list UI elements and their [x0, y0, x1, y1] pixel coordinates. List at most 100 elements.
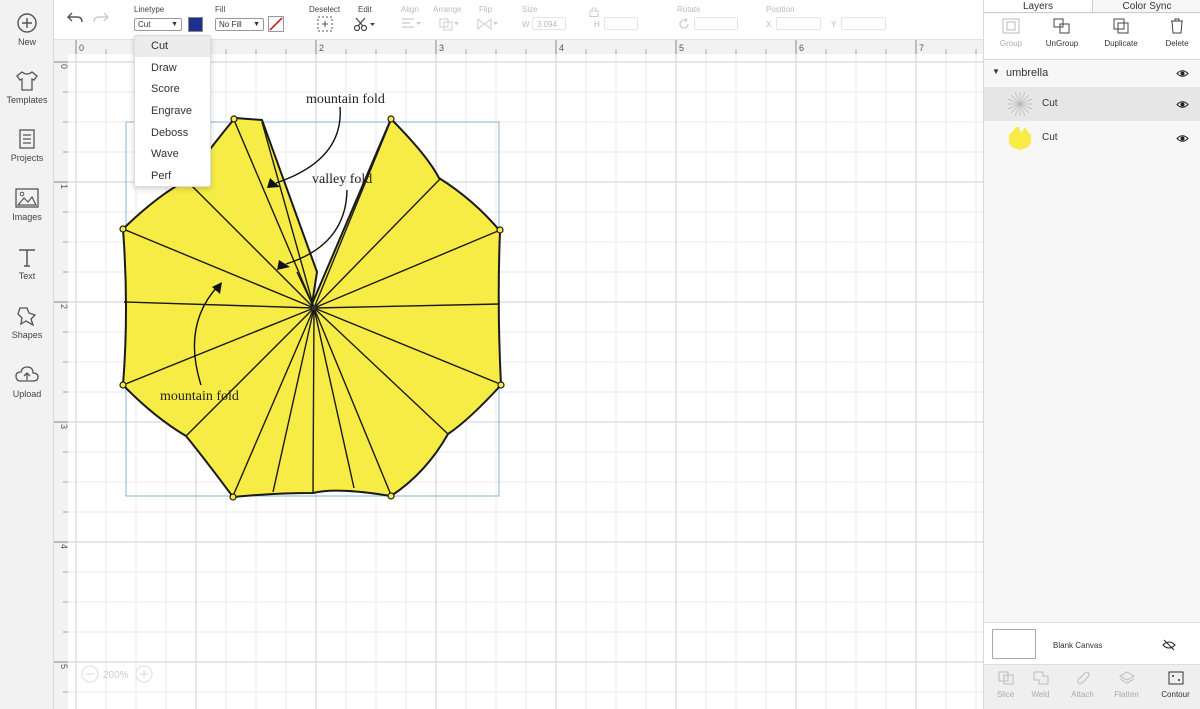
eye-icon[interactable] [1176, 100, 1189, 109]
sidebar-item-projects[interactable]: Projects [0, 128, 54, 178]
group-button[interactable]: Group [984, 18, 1038, 48]
flatten-label: Flatten [1114, 690, 1139, 699]
vertex-point [230, 115, 238, 123]
vertex-point [497, 381, 505, 389]
flatten-icon [1118, 671, 1135, 684]
ruler-y-label: 5 [59, 664, 69, 669]
fill-value: No Fill [219, 20, 242, 29]
ruler-x-label: 7 [919, 43, 924, 53]
position-label: Position [766, 5, 795, 14]
zoom-control: 200% [81, 665, 153, 683]
menu-item-deboss[interactable]: Deboss [135, 123, 210, 144]
vertex-point [387, 492, 395, 500]
upload-cloud-icon [15, 366, 39, 382]
layer-row[interactable]: Cut [984, 121, 1200, 155]
sidebar-item-label: New [17, 37, 36, 47]
group-label: Group [999, 39, 1023, 48]
blank-canvas-swatch[interactable] [992, 629, 1036, 659]
blank-canvas-row[interactable]: Blank Canvas [984, 622, 1200, 664]
caret-down-icon: ▼ [253, 21, 260, 28]
lock-icon[interactable] [589, 6, 599, 17]
tshirt-icon [16, 71, 38, 91]
size-w-input[interactable]: 3.094 [532, 17, 566, 30]
plus-icon [140, 670, 148, 678]
position-x-input[interactable] [776, 17, 821, 30]
panel-tabs: Layers Color Sync [984, 0, 1200, 13]
contour-button[interactable]: Contour [1154, 671, 1197, 699]
layer-group-umbrella[interactable]: ▼ umbrella [984, 62, 1200, 86]
eye-icon[interactable] [1176, 134, 1189, 143]
ungroup-label: UnGroup [1045, 39, 1079, 48]
linetype-color-swatch[interactable] [188, 17, 203, 32]
align-label: Align [401, 5, 419, 14]
position-x-label: X [766, 20, 772, 29]
position-y-label: Y [831, 20, 837, 29]
sidebar-item-text[interactable]: Text [0, 246, 54, 296]
weld-button[interactable]: Weld [1019, 671, 1062, 699]
collapse-arrow-icon[interactable]: ▼ [992, 67, 1000, 76]
ungroup-button[interactable]: UnGroup [1035, 18, 1089, 48]
sidebar-item-label: Projects [10, 153, 44, 163]
duplicate-label: Duplicate [1104, 39, 1138, 48]
attach-label: Attach [1071, 690, 1094, 699]
sidebar-item-label: Shapes [11, 330, 43, 340]
deselect-icon[interactable] [317, 16, 333, 32]
redo-icon[interactable] [92, 11, 110, 25]
eye-hidden-icon[interactable] [1162, 639, 1176, 651]
tab-color-sync[interactable]: Color Sync [1093, 0, 1200, 12]
undo-icon[interactable] [66, 11, 84, 25]
ruler-y-label: 1 [59, 184, 69, 189]
shapes-icon [17, 307, 37, 327]
top-toolbar: Linetype Cut ▼ Fill No Fill ▼ Deselect E… [54, 0, 983, 40]
linetype-dropdown-menu: Cut Draw Score Engrave Deboss Wave Perf [134, 35, 211, 187]
layer-row[interactable]: Cut [984, 87, 1200, 121]
position-y-input[interactable] [841, 17, 886, 30]
sidebar-item-shapes[interactable]: Shapes [0, 305, 54, 355]
tab-layers[interactable]: Layers [984, 0, 1093, 12]
size-w-label: W [522, 20, 530, 29]
deselect-label: Deselect [309, 5, 341, 14]
delete-label: Delete [1165, 39, 1189, 48]
eye-icon[interactable] [1176, 69, 1189, 78]
menu-item-score[interactable]: Score [135, 79, 210, 100]
rotate-icon [679, 17, 689, 29]
projects-icon [19, 129, 35, 149]
blank-canvas-label: Blank Canvas [1053, 641, 1103, 650]
menu-item-draw[interactable]: Draw [135, 58, 210, 79]
sidebar-item-images[interactable]: Images [0, 187, 54, 237]
sidebar-item-templates[interactable]: Templates [0, 70, 54, 120]
no-fill-swatch-icon[interactable] [268, 16, 284, 32]
edit-scissors-icon[interactable] [353, 16, 377, 32]
sidebar-item-new[interactable]: New [0, 12, 54, 62]
flatten-button[interactable]: Flatten [1105, 671, 1148, 699]
trash-icon [1171, 18, 1183, 34]
attach-button[interactable]: Attach [1061, 671, 1104, 699]
contour-label: Contour [1161, 690, 1190, 699]
ruler-x-label: 4 [559, 43, 564, 53]
size-h-input[interactable] [604, 17, 638, 30]
ruler-y-label: 2 [59, 304, 69, 309]
menu-item-perf[interactable]: Perf [135, 166, 210, 187]
menu-item-cut[interactable]: Cut [135, 36, 210, 57]
umbrella-thumbnail [1009, 127, 1031, 150]
delete-button[interactable]: Delete [1150, 18, 1200, 48]
ruler-x-label: 0 [79, 43, 84, 53]
left-sidebar: New Templates Projects Images Text Shape… [0, 0, 54, 709]
vertex-point [229, 493, 237, 501]
rotate-input[interactable] [694, 17, 738, 30]
rotate-label: Rotate [677, 5, 701, 14]
menu-item-wave[interactable]: Wave [135, 144, 210, 165]
umbrella-center-point [311, 305, 317, 311]
annotation-mountain-fold-top: mountain fold [306, 92, 385, 107]
linetype-select[interactable]: Cut ▼ [134, 18, 182, 31]
group-icon [1002, 18, 1020, 34]
sidebar-item-upload[interactable]: Upload [0, 364, 54, 414]
layer-label: Cut [1042, 98, 1058, 109]
arrange-label: Arrange [433, 5, 462, 14]
edit-label: Edit [358, 5, 372, 14]
paperclip-icon [1076, 671, 1090, 685]
duplicate-button[interactable]: Duplicate [1094, 18, 1148, 48]
menu-item-engrave[interactable]: Engrave [135, 101, 210, 122]
fill-label: Fill [215, 5, 226, 14]
fill-select[interactable]: No Fill ▼ [215, 18, 264, 31]
